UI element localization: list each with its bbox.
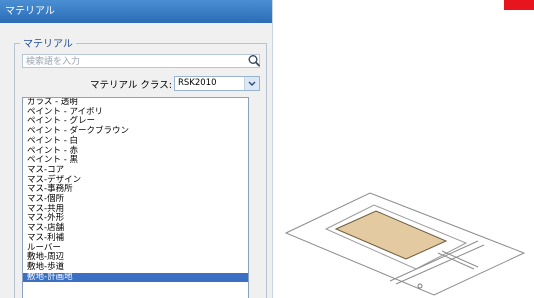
- material-class-select[interactable]: RSK2010: [174, 76, 260, 91]
- red-marker: [504, 0, 534, 10]
- planned-site-area: [334, 210, 448, 260]
- panel-title: マテリアル: [0, 0, 272, 23]
- material-group-label: マテリアル: [20, 35, 76, 50]
- site-road-line: [437, 252, 475, 270]
- site-plan-drawing: [284, 192, 526, 296]
- material-class-label: マテリアル クラス:: [90, 80, 172, 91]
- material-panel: マテリアル マテリアル 検索語を入力 マテリアル クラス: RSK2010 ガラ…: [0, 0, 273, 298]
- material-list[interactable]: ガラス - 透明 ペイント - アイボリ ペイント - グレー ペイント - ダークブ…: [22, 97, 249, 298]
- material-class-value: RSK2010: [178, 78, 217, 88]
- search-icon[interactable]: [247, 53, 261, 69]
- list-item[interactable]: 敷地-計画地: [23, 272, 248, 283]
- search-input[interactable]: 検索語を入力: [22, 54, 260, 68]
- site-road-line: [441, 250, 479, 268]
- chevron-down-icon[interactable]: [244, 77, 259, 90]
- site-marker: [417, 283, 423, 289]
